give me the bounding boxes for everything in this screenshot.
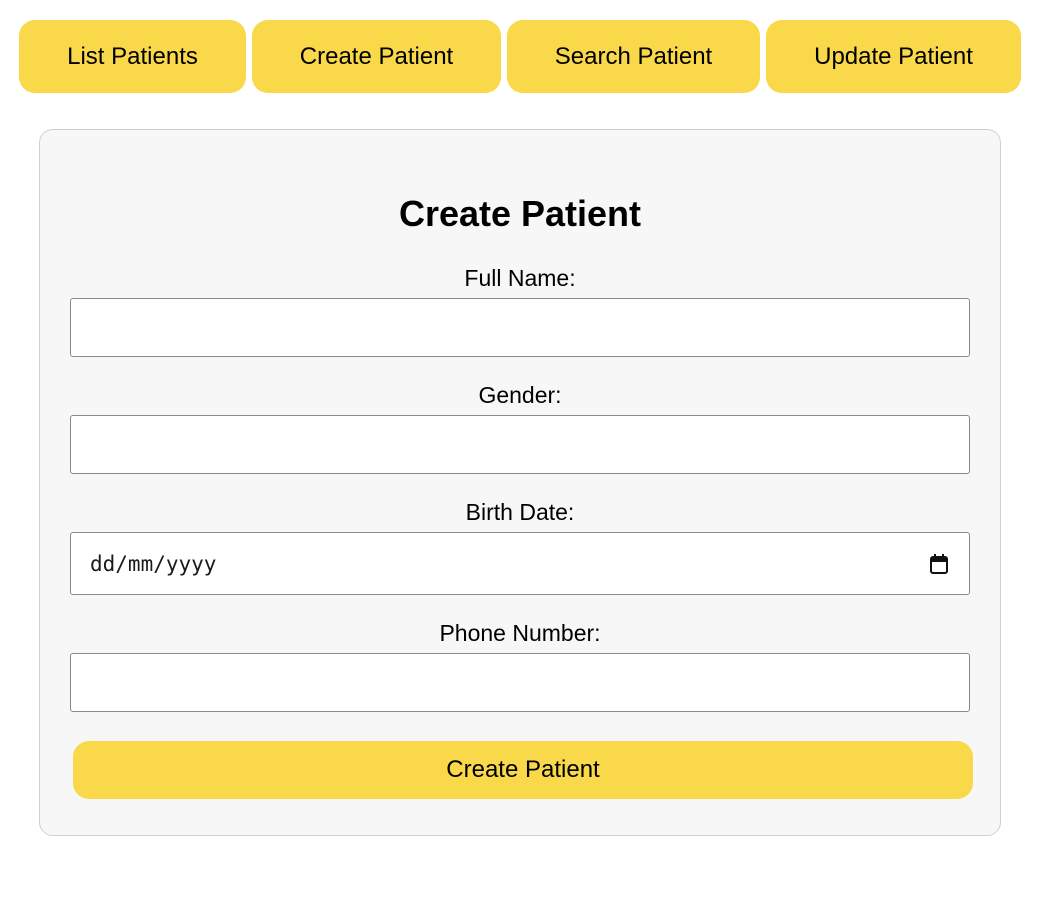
birth-date-input[interactable]: dd/mm/yyyy [70, 532, 970, 595]
update-patient-button[interactable]: Update Patient [766, 20, 1021, 93]
form-title: Create Patient [398, 193, 642, 234]
search-patient-button[interactable]: Search Patient [507, 20, 760, 93]
gender-label: Gender: [478, 382, 562, 408]
full-name-label: Full Name: [464, 265, 576, 291]
create-patient-form: Create Patient Full Name: Gender: Birth … [39, 129, 1001, 836]
phone-number-label: Phone Number: [439, 620, 601, 646]
calendar-icon[interactable] [930, 554, 948, 574]
full-name-input[interactable] [70, 298, 970, 357]
birth-date-label: Birth Date: [465, 499, 575, 525]
gender-input[interactable] [70, 415, 970, 474]
create-patient-submit-button[interactable]: Create Patient [73, 741, 973, 799]
list-patients-button[interactable]: List Patients [19, 20, 246, 93]
phone-number-input[interactable] [70, 653, 970, 712]
create-patient-nav-button[interactable]: Create Patient [252, 20, 501, 93]
birth-date-placeholder: dd/mm/yyyy [90, 551, 217, 576]
